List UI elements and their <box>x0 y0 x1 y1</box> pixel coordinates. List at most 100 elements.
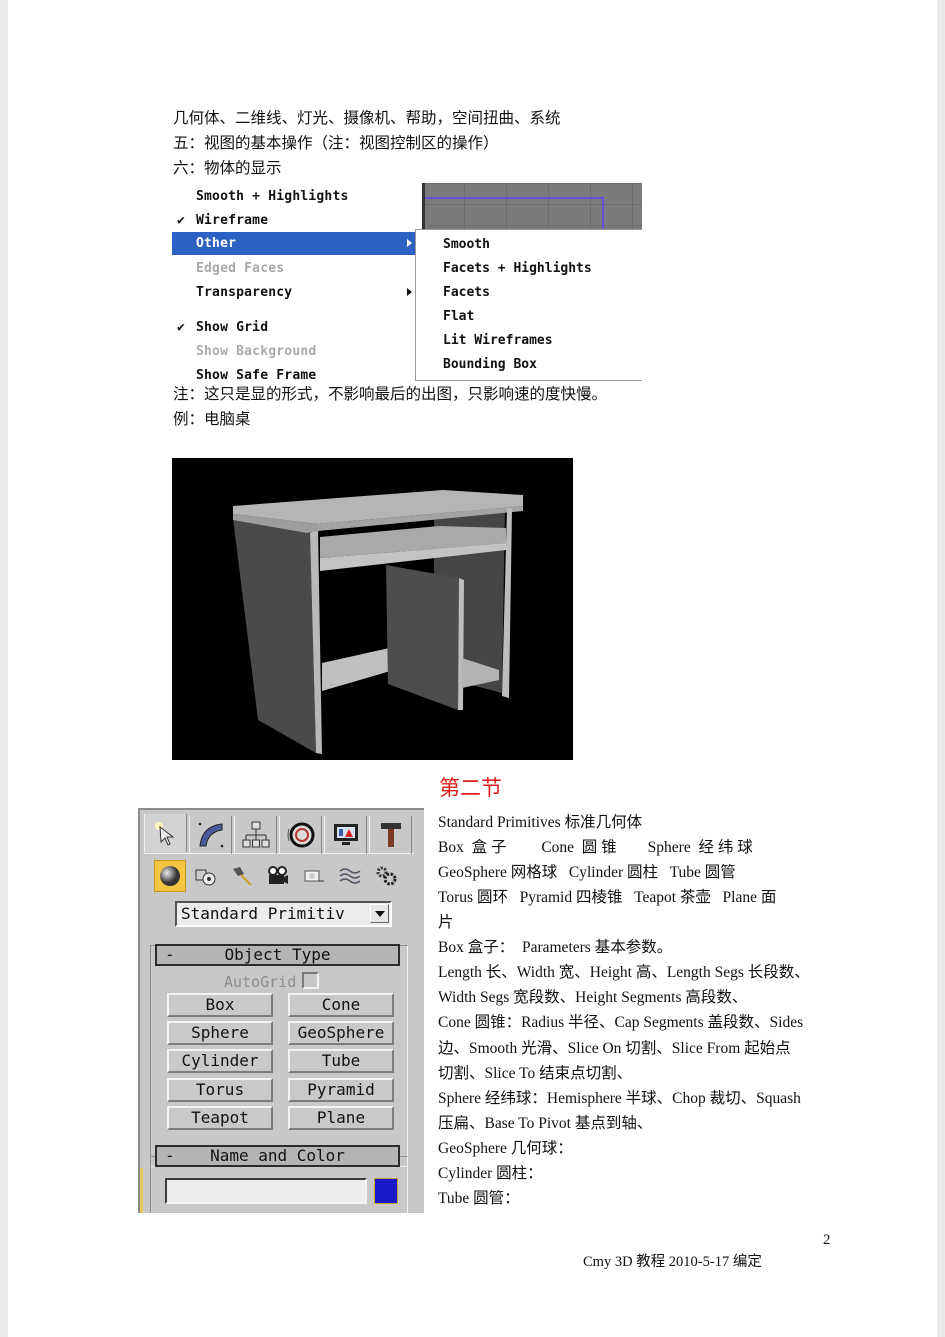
geosphere-button[interactable]: GeoSphere <box>288 1021 394 1045</box>
checkmark-icon: ✔ <box>177 213 186 228</box>
notes-line: 压扁、Base To Pivot 基点到轴、 <box>438 1115 653 1132</box>
category-lights[interactable] <box>226 860 258 892</box>
object-name-input[interactable] <box>165 1178 367 1204</box>
create-icon <box>154 822 174 846</box>
cameras-icon <box>268 866 288 884</box>
chevron-down-icon[interactable] <box>370 904 389 923</box>
object-type-header[interactable]: - Object Type <box>155 944 400 966</box>
notes-line: Torus 圆环 Pyramid 四棱锥 Teapot 茶壶 Plane 面 <box>438 889 777 906</box>
teapot-button[interactable]: Teapot <box>167 1106 273 1130</box>
desk-crossbar <box>322 647 394 691</box>
notes-line: Cylinder 圆柱： <box>438 1165 543 1182</box>
notes-line: 切割、Slice To 结束点切割、 <box>438 1065 633 1082</box>
menu-item-show-safe-frame[interactable]: Show Safe Frame <box>172 364 416 382</box>
tab-hierarchy[interactable] <box>234 816 277 854</box>
notes-line: Width Segs 宽段数、Height Segments 高段数、 <box>438 989 748 1006</box>
tab-motion[interactable] <box>279 816 322 854</box>
submenu-item-bounding-box[interactable]: Bounding Box <box>416 353 642 377</box>
notes-line: Sphere 经纬球：Hemisphere 半球、Chop 裁切、Squash <box>438 1090 801 1107</box>
notes-line: GeoSphere 几何球： <box>438 1140 573 1157</box>
computer-desk-render <box>172 458 573 760</box>
hierarchy-icon <box>242 821 269 848</box>
utilities-icon <box>380 823 401 847</box>
desk-door <box>386 565 459 710</box>
notes-line: Length 长、Width 宽、Height 高、Length Segs 长段… <box>438 964 810 981</box>
submenu-arrow-icon <box>407 239 412 247</box>
tab-utilities[interactable] <box>369 816 412 854</box>
submenu-item-flat[interactable]: Flat <box>416 305 642 329</box>
category-cameras[interactable] <box>262 860 294 892</box>
dropdown-value: Standard Primitiv <box>181 904 345 923</box>
section-title: 第二节 <box>439 776 502 800</box>
category-helpers[interactable] <box>298 860 330 892</box>
torus-button[interactable]: Torus <box>167 1078 273 1102</box>
intro-line-3: 六：物体的显示 <box>173 160 282 177</box>
intro-line-1: 几何体、二维线、灯光、摄像机、帮助，空间扭曲、系统 <box>173 110 561 127</box>
command-panel-tabs <box>144 814 414 854</box>
category-shapes[interactable] <box>190 860 222 892</box>
notes-line: Tube 圆管： <box>438 1190 520 1207</box>
cone-button[interactable]: Cone <box>288 993 394 1017</box>
pyramid-button[interactable]: Pyramid <box>288 1078 394 1102</box>
create-command-panel: Standard Primitiv - Object Type AutoGrid… <box>138 808 424 1213</box>
menu-item-smooth-highlights[interactable]: Smooth + Highlights <box>172 185 416 208</box>
category-systems[interactable] <box>370 860 402 892</box>
object-categories <box>154 860 414 894</box>
menu-item-edged-faces[interactable]: Edged Faces <box>172 257 416 280</box>
submenu-item-lit-wireframes[interactable]: Lit Wireframes <box>416 329 642 353</box>
other-submenu: Smooth Facets + Highlights Facets Flat L… <box>415 229 642 381</box>
autogrid-checkbox[interactable] <box>302 972 320 989</box>
desk-illustration <box>233 490 523 754</box>
display-context-menu: Smooth + Highlights ✔ Wireframe Other Edg… <box>172 183 417 382</box>
primitive-type-dropdown[interactable]: Standard Primitiv <box>175 901 392 927</box>
checkmark-icon: ✔ <box>177 320 186 335</box>
document-page: 几何体、二维线、灯光、摄像机、帮助，空间扭曲、系统 五：视图的基本操作（注：视图… <box>8 0 937 1337</box>
display-icon <box>333 824 358 845</box>
display-menu-screenshot: Smooth + Highlights ✔ Wireframe Other Edg… <box>172 183 642 382</box>
plane-button[interactable]: Plane <box>288 1106 394 1130</box>
tab-create[interactable] <box>144 814 187 852</box>
menu-item-transparency[interactable]: Transparency <box>172 281 416 304</box>
box-button[interactable]: Box <box>167 993 273 1017</box>
space-warps-icon <box>339 868 361 884</box>
tab-modify[interactable] <box>189 816 232 854</box>
lights-icon <box>233 867 252 886</box>
viewport-grid <box>422 183 642 237</box>
category-space-warps[interactable] <box>334 860 366 892</box>
autogrid-option[interactable]: AutoGrid <box>224 972 320 991</box>
page-number: 2 <box>823 1232 831 1248</box>
intro-line-2: 五：视图的基本操作（注：视图控制区的操作） <box>173 135 499 152</box>
desk-left-panel <box>233 518 316 753</box>
submenu-arrow-icon <box>407 288 412 296</box>
notes-line: Cone 圆锥：Radius 半径、Cap Segments 盖段数、Sides <box>438 1014 804 1031</box>
menu-item-show-background[interactable]: Show Background <box>172 340 416 363</box>
shapes-icon <box>195 869 216 886</box>
motion-icon <box>287 822 314 848</box>
name-color-header[interactable]: - Name and Color <box>155 1145 400 1167</box>
sphere-button[interactable]: Sphere <box>167 1021 273 1045</box>
notes-line: GeoSphere 网格球 Cylinder 圆柱 Tube 圆管 <box>438 864 736 881</box>
submenu-item-smooth[interactable]: Smooth <box>416 233 642 257</box>
notes-line: Standard Primitives 标准几何体 <box>438 814 643 831</box>
note-line: 注：这只是显的形式，不影响最后的出图，只影响速的度快慢。 <box>173 386 608 403</box>
menu-item-show-grid[interactable]: ✔ Show Grid <box>172 316 416 339</box>
cylinder-button[interactable]: Cylinder <box>167 1049 273 1073</box>
notes-line: 片 <box>438 914 454 931</box>
tube-button[interactable]: Tube <box>288 1049 394 1073</box>
submenu-item-facets[interactable]: Facets <box>416 281 642 305</box>
object-color-swatch[interactable] <box>374 1178 398 1204</box>
notes-line: Box 盒 子 Cone 圆 锥 Sphere 经 纬 球 <box>438 839 753 856</box>
category-geometry[interactable] <box>154 860 186 892</box>
systems-icon <box>376 866 397 886</box>
submenu-item-facets-highlights[interactable]: Facets + Highlights <box>416 257 642 281</box>
page-footer: Cmy 3D 教程 2010-5-17 编定 <box>583 1254 762 1270</box>
geometry-icon <box>160 866 180 886</box>
tab-display[interactable] <box>324 816 367 854</box>
modify-icon <box>198 822 223 848</box>
example-line: 例：电脑桌 <box>173 411 251 428</box>
menu-separator <box>172 308 416 309</box>
menu-item-wireframe[interactable]: ✔ Wireframe <box>172 209 416 232</box>
notes-line: 边、Smooth 光滑、Slice On 切割、Slice From 起始点 <box>438 1040 791 1057</box>
menu-item-other[interactable]: Other <box>172 232 416 255</box>
helpers-icon <box>304 870 324 882</box>
